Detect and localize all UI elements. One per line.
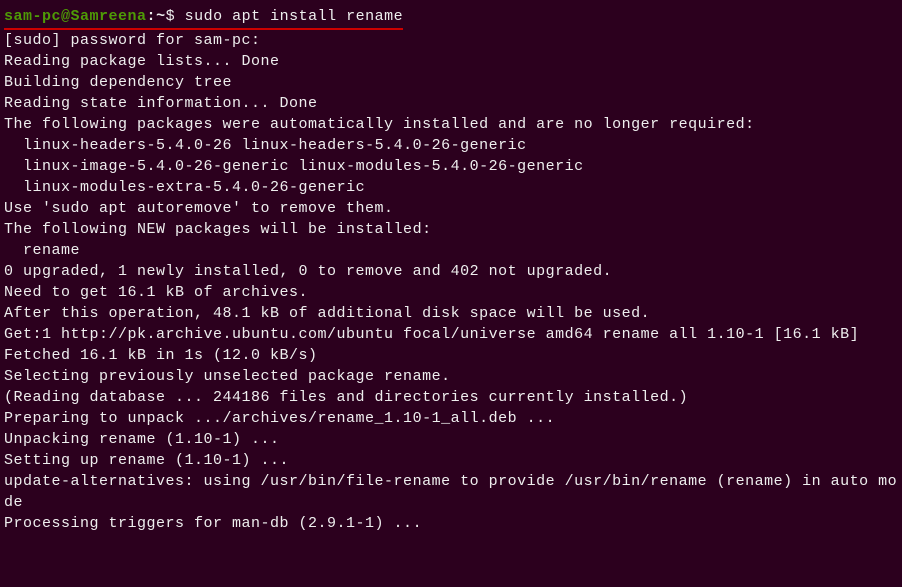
prompt-path: ~ bbox=[156, 8, 166, 25]
output-line: linux-headers-5.4.0-26 linux-headers-5.4… bbox=[4, 135, 898, 156]
output-line: Processing triggers for man-db (2.9.1-1)… bbox=[4, 513, 898, 534]
output-line: rename bbox=[4, 240, 898, 261]
prompt-user: sam-pc bbox=[4, 8, 61, 25]
output-line: update-alternatives: using /usr/bin/file… bbox=[4, 471, 898, 513]
output-line: After this operation, 48.1 kB of additio… bbox=[4, 303, 898, 324]
output-line: [sudo] password for sam-pc: bbox=[4, 30, 898, 51]
output-line: Reading state information... Done bbox=[4, 93, 898, 114]
output-line: Get:1 http://pk.archive.ubuntu.com/ubunt… bbox=[4, 324, 898, 345]
output-line: Reading package lists... Done bbox=[4, 51, 898, 72]
prompt-line: sam-pc@Samreena:~$ sudo apt install rena… bbox=[4, 6, 898, 30]
output-line: Setting up rename (1.10-1) ... bbox=[4, 450, 898, 471]
output-line: Building dependency tree bbox=[4, 72, 898, 93]
output-line: linux-image-5.4.0-26-generic linux-modul… bbox=[4, 156, 898, 177]
output-line: 0 upgraded, 1 newly installed, 0 to remo… bbox=[4, 261, 898, 282]
prompt-host: Samreena bbox=[71, 8, 147, 25]
output-line: The following NEW packages will be insta… bbox=[4, 219, 898, 240]
output-line: linux-modules-extra-5.4.0-26-generic bbox=[4, 177, 898, 198]
prompt-colon: : bbox=[147, 8, 157, 25]
terminal-output[interactable]: sam-pc@Samreena:~$ sudo apt install rena… bbox=[4, 6, 898, 534]
output-line: Use 'sudo apt autoremove' to remove them… bbox=[4, 198, 898, 219]
prompt-at: @ bbox=[61, 8, 71, 25]
output-line: Unpacking rename (1.10-1) ... bbox=[4, 429, 898, 450]
output-line: Fetched 16.1 kB in 1s (12.0 kB/s) bbox=[4, 345, 898, 366]
output-line: (Reading database ... 244186 files and d… bbox=[4, 387, 898, 408]
output-line: Need to get 16.1 kB of archives. bbox=[4, 282, 898, 303]
output-line: Preparing to unpack .../archives/rename_… bbox=[4, 408, 898, 429]
output-line: The following packages were automaticall… bbox=[4, 114, 898, 135]
prompt-dollar: $ bbox=[166, 8, 176, 25]
command-underline: sam-pc@Samreena:~$ sudo apt install rena… bbox=[4, 6, 403, 30]
output-line: Selecting previously unselected package … bbox=[4, 366, 898, 387]
command-text: sudo apt install rename bbox=[185, 8, 404, 25]
